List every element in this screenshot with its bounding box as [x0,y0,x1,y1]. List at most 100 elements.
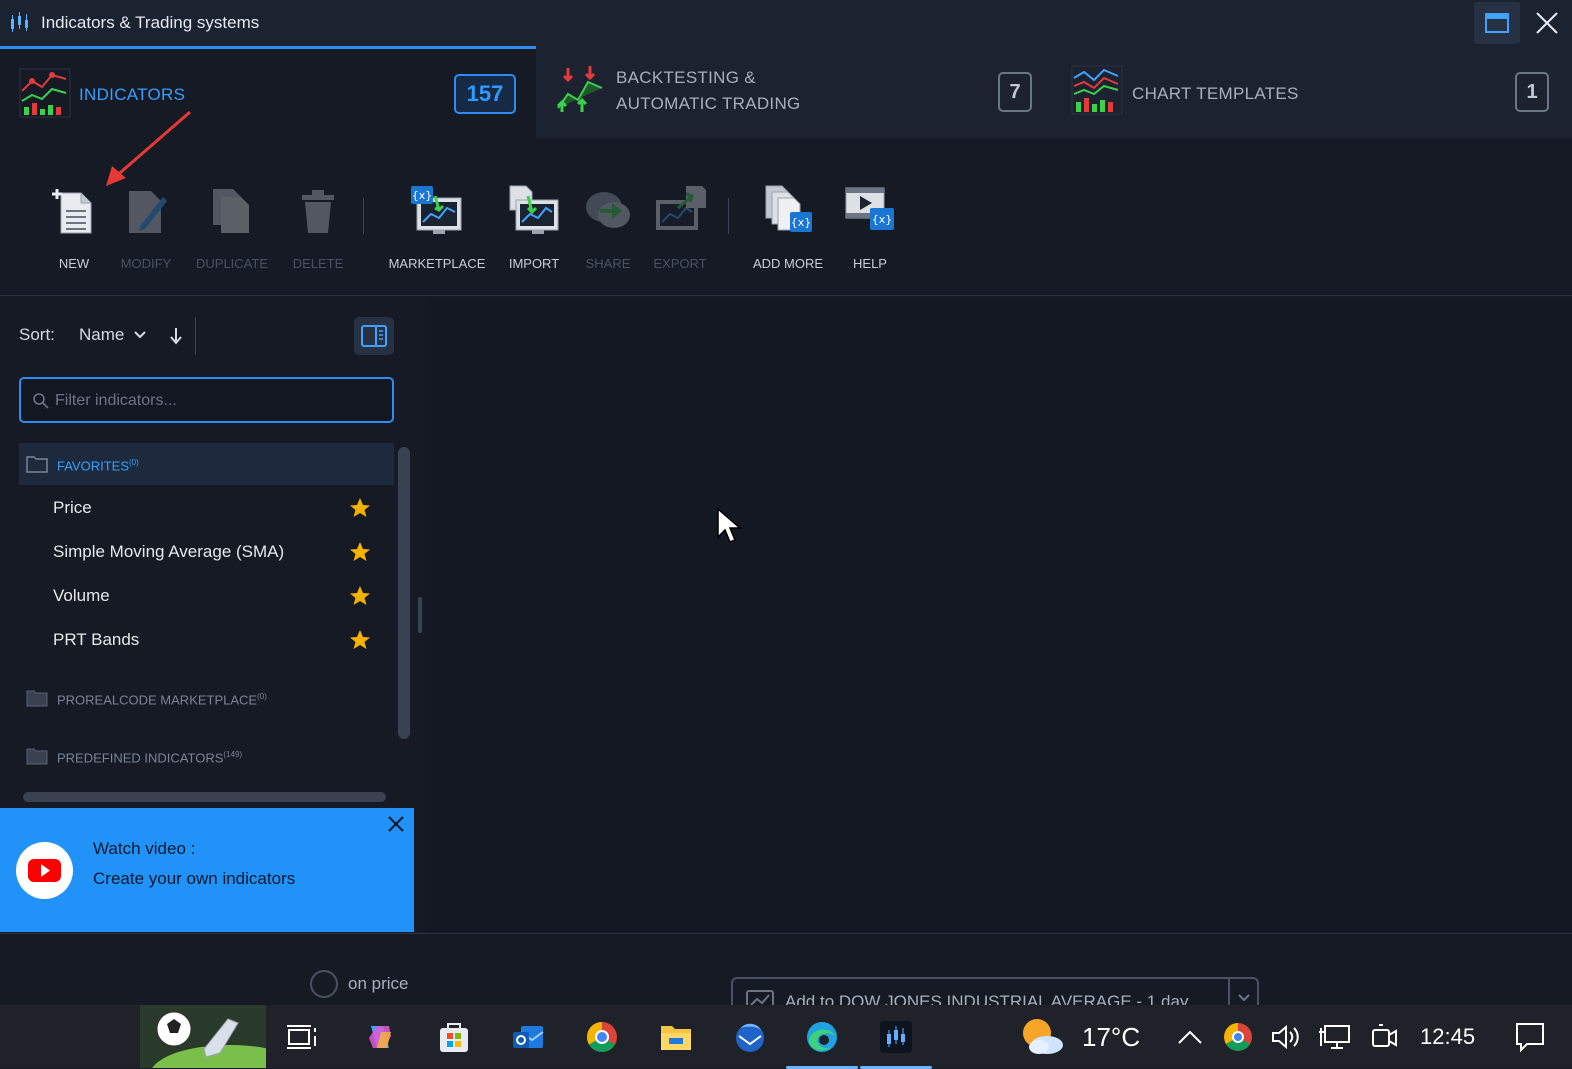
import-label: IMPORT [508,256,560,271]
chrome-button[interactable] [580,1015,624,1059]
red-arrow-annotation [106,110,191,186]
edge-button[interactable] [786,1015,858,1069]
panel-layout-icon [361,325,387,347]
clock-time[interactable]: 12:45 [1420,1024,1475,1050]
copilot-button[interactable] [358,1015,402,1059]
export-button[interactable]: EXPORT [650,182,710,271]
show-hidden-icons-button[interactable] [1168,1015,1212,1059]
indicator-name: PRT Bands [53,630,140,649]
panel-splitter-handle[interactable] [418,597,422,633]
toolbar: NEW MODIFY DUPLICATE DELETE {x} MARKETPL… [0,110,1572,296]
prorealtime-button[interactable] [860,1015,932,1069]
sort-dropdown[interactable]: Name [79,325,147,345]
thunderbird-button[interactable] [728,1015,772,1059]
export-icon [656,186,706,230]
soccer-widget-icon [152,1011,266,1068]
share-button[interactable]: SHARE [578,182,638,271]
folder-predefined-indicators[interactable]: PREDEFINED INDICATORS(149) [19,735,394,777]
share-icon [586,192,630,228]
sort-label: Sort: [19,325,55,344]
tab-indicators[interactable]: INDICATORS 157 [0,46,536,138]
import-button[interactable]: IMPORT [504,182,564,271]
marketplace-folder-count: (0) [257,692,267,701]
chevron-down-icon [134,331,146,339]
predefined-folder-count: (149) [223,750,243,759]
store-icon [440,1023,468,1052]
category-tabs: INDICATORS 157 BACKTESTING & AUTOMATIC TR… [0,46,1572,138]
indicators-count-badge: 157 [454,74,516,114]
restore-window-button[interactable] [1474,2,1520,44]
filter-input[interactable] [55,389,385,413]
star-icon[interactable] [348,496,372,520]
favorites-label: FAVORITES [57,458,129,474]
close-icon[interactable] [386,814,406,834]
tab-backtesting-line2: AUTOMATIC TRADING [616,94,801,113]
chevron-up-icon [1178,1030,1202,1044]
volume-button[interactable] [1264,1015,1308,1059]
sort-row: Sort: Name [19,317,196,355]
help-video-icon: {x} [845,187,894,230]
outlook-icon [513,1026,544,1048]
task-view-icon [287,1025,316,1049]
list-item[interactable]: Volume [19,575,394,619]
app-candles-icon [11,12,28,32]
folder-icon [26,690,48,707]
tray-chrome-icon [1224,1023,1252,1051]
vertical-scrollbar[interactable] [398,447,410,739]
chevron-down-icon[interactable] [1237,993,1251,1003]
chrome-icon [586,1022,617,1053]
marketplace-icon: {x} [411,186,462,234]
watch-video-banner[interactable]: Watch video : Create your own indicators [0,808,414,932]
marketplace-folder-label: PROREALCODE MARKETPLACE [57,692,258,708]
camera-button[interactable] [1362,1015,1406,1059]
folder-prorealcode-marketplace[interactable]: PROREALCODE MARKETPLACE(0) [19,677,394,719]
sort-descending-icon[interactable] [169,327,183,345]
toggle-panel-button[interactable] [354,317,394,355]
filter-field[interactable] [19,377,394,423]
weather-widget[interactable] [1016,1015,1070,1059]
tab-chart-templates-label: CHART TEMPLATES [1132,84,1299,103]
marketplace-button[interactable]: {x} MARKETPLACE [386,182,488,271]
outlook-button[interactable] [506,1015,550,1059]
help-button[interactable]: {x} HELP [840,182,900,271]
horizontal-scrollbar[interactable] [23,792,386,802]
task-view-button[interactable] [280,1015,324,1059]
new-button[interactable]: NEW [44,182,104,271]
duplicate-button[interactable]: DUPLICATE [194,182,270,271]
store-button[interactable] [432,1015,476,1059]
list-item[interactable]: Simple Moving Average (SMA) [19,531,394,575]
folder-favorites[interactable]: FAVORITES(0) [19,443,394,485]
notification-icon [1516,1023,1544,1053]
star-icon[interactable] [348,628,372,652]
indicator-name: Price [53,498,92,517]
file-explorer-button[interactable] [654,1015,698,1059]
share-label: SHARE [585,256,631,271]
svg-text:{x}: {x} [791,216,812,229]
youtube-logo-icon [16,842,73,899]
thunderbird-icon [736,1023,764,1052]
star-icon[interactable] [348,584,372,608]
close-window-button[interactable] [1530,8,1564,38]
help-label: HELP [853,256,887,271]
video-camera-icon [1372,1024,1397,1047]
notifications-button[interactable] [1508,1015,1552,1059]
copilot-icon [369,1026,391,1048]
add-more-button[interactable]: {x} ADD MORE [748,182,828,271]
list-item[interactable]: Price [19,487,394,531]
network-button[interactable] [1312,1015,1356,1059]
import-icon [509,185,559,234]
list-item[interactable]: PRT Bands [19,619,394,663]
star-icon[interactable] [348,540,372,564]
widgets-button[interactable] [140,1005,266,1068]
title-bar: Indicators & Trading systems [0,0,1572,46]
delete-button[interactable]: DELETE [288,182,348,271]
tray-app-button[interactable] [1216,1015,1260,1059]
modify-button[interactable]: MODIFY [116,182,176,271]
folder-marketplace-name: PROREALCODE MARKETPLACE(0) [57,692,267,707]
chart-templates-icon [1071,65,1123,115]
tab-chart-templates[interactable]: CHART TEMPLATES 1 [1052,46,1572,138]
tab-backtesting[interactable]: BACKTESTING & AUTOMATIC TRADING 7 [536,46,1052,138]
on-price-radio[interactable] [310,970,338,998]
new-label: NEW [58,256,90,271]
sort-separator [195,317,196,355]
